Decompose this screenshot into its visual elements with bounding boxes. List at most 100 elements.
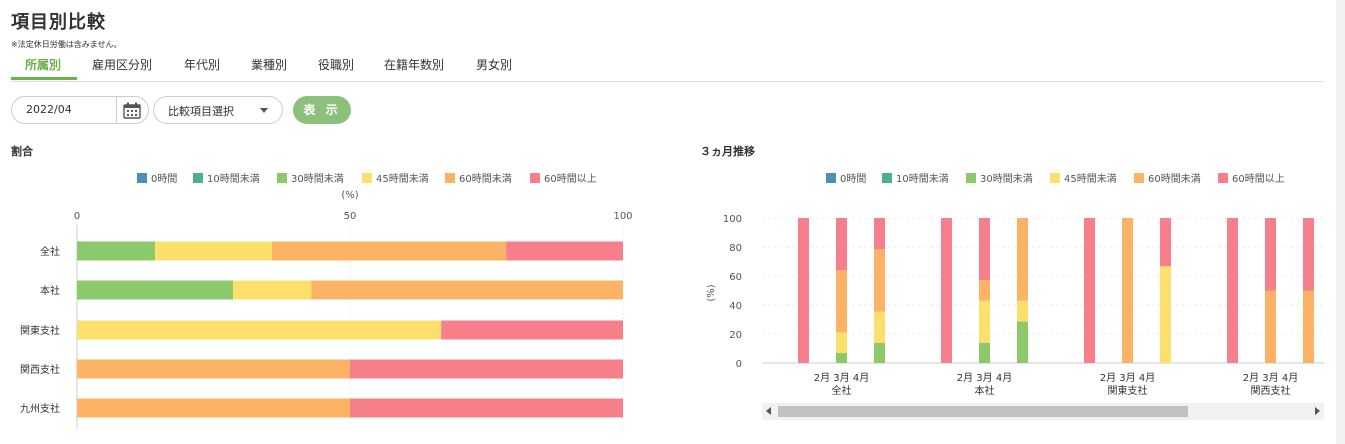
- column-segment: [1303, 290, 1314, 363]
- legend-item[interactable]: 45時間未満: [1050, 170, 1117, 185]
- legend-item[interactable]: 0時間: [826, 170, 866, 185]
- month-labels: 2月 3月 4月: [957, 372, 1012, 384]
- x-tick-label: 0: [74, 211, 80, 222]
- bar-segment: [155, 241, 272, 261]
- bar-segment: [77, 241, 156, 261]
- x-tick-label: 100: [613, 211, 632, 222]
- column-segment: [979, 300, 990, 343]
- legend-item[interactable]: 10時間未満: [882, 170, 949, 185]
- x-axis-label: (%): [341, 190, 358, 201]
- x-tick-label: 50: [344, 211, 357, 222]
- bar-segment: [271, 241, 507, 261]
- legend-label: 60時間以上: [1232, 174, 1285, 185]
- scrollbar-thumb[interactable]: [778, 406, 1188, 417]
- legend-label: 60時間未満: [459, 174, 512, 185]
- legend-label: 0時間: [840, 174, 867, 185]
- legend-item[interactable]: 30時間未満: [277, 170, 344, 185]
- column-segment: [836, 352, 847, 363]
- ratio-chart-title: 割合: [11, 145, 33, 158]
- date-picker[interactable]: 2022/04: [11, 96, 149, 124]
- tab-department[interactable]: 所属別: [25, 56, 61, 73]
- tab-industry[interactable]: 業種別: [251, 56, 287, 73]
- legend-swatch: [826, 173, 836, 183]
- chart-horizontal-scrollbar[interactable]: [762, 403, 1324, 420]
- legend-item[interactable]: 60時間以上: [530, 170, 597, 185]
- bar-segment: [441, 320, 623, 340]
- column-segment: [1265, 218, 1276, 291]
- tab-gender[interactable]: 男女別: [476, 56, 512, 73]
- comparison-item-select[interactable]: 比較項目選択: [153, 96, 283, 124]
- group-label: 本社: [975, 384, 995, 397]
- show-button[interactable]: 表 示: [293, 96, 351, 124]
- y-tick-label: 80: [729, 243, 742, 254]
- trend-bar-chart: (%)0204060801002月 3月 4月全社2月 3月 4月本社2月 3月…: [706, 214, 1324, 397]
- column-segment: [1017, 321, 1028, 363]
- legend-swatch: [137, 173, 147, 183]
- legend-item[interactable]: 0時間: [137, 170, 177, 185]
- group-label: 全社: [832, 384, 852, 397]
- bar-segment: [77, 398, 350, 418]
- page-note: ※法定休日労働は含みません。: [11, 40, 122, 49]
- select-value: 比較項目選択: [168, 105, 234, 118]
- legend-swatch: [1218, 173, 1228, 183]
- legend-label: 0時間: [151, 174, 178, 185]
- column-segment: [836, 270, 847, 333]
- calendar-icon[interactable]: [123, 102, 141, 123]
- y-axis-label: (%): [706, 284, 717, 301]
- legend-label: 45時間未満: [376, 174, 429, 185]
- column-segment: [1227, 218, 1238, 363]
- category-label: 全社: [40, 245, 60, 258]
- legend-swatch: [193, 173, 203, 183]
- column-segment: [874, 249, 885, 312]
- legend-item[interactable]: 60時間未満: [445, 170, 512, 185]
- y-tick-label: 60: [729, 272, 742, 283]
- y-tick-label: 0: [736, 359, 742, 370]
- scroll-right-icon[interactable]: [1315, 407, 1320, 415]
- page-vertical-scrollbar[interactable]: [1336, 0, 1345, 444]
- bar-segment: [77, 280, 234, 300]
- legend-item[interactable]: 30時間未満: [966, 170, 1033, 185]
- column-segment: [979, 342, 990, 363]
- tab-employment-type[interactable]: 雇用区分別: [92, 56, 152, 73]
- legend-swatch: [1050, 173, 1060, 183]
- bar-segment: [506, 241, 623, 261]
- column-segment: [1084, 218, 1095, 363]
- legend-label: 10時間未満: [896, 174, 949, 185]
- legend-item[interactable]: 45時間未満: [362, 170, 429, 185]
- legend-swatch: [966, 173, 976, 183]
- legend-label: 60時間以上: [544, 174, 597, 185]
- legend-item[interactable]: 60時間未満: [1134, 170, 1201, 185]
- tab-tenure[interactable]: 在籍年数別: [384, 56, 444, 73]
- tab-position[interactable]: 役職別: [318, 56, 354, 73]
- bar-segment: [350, 398, 623, 418]
- month-labels: 2月 3月 4月: [814, 372, 869, 384]
- tab-age[interactable]: 年代別: [184, 56, 220, 73]
- category-label: 関西支社: [20, 363, 60, 376]
- y-tick-label: 20: [729, 330, 742, 341]
- scroll-left-icon[interactable]: [766, 407, 771, 415]
- column-segment: [874, 218, 885, 250]
- legend-label: 30時間未満: [980, 174, 1033, 185]
- legend-label: 10時間未満: [207, 174, 260, 185]
- legend-swatch: [362, 173, 372, 183]
- column-segment: [1160, 218, 1171, 267]
- legend-label: 45時間未満: [1064, 174, 1117, 185]
- column-segment: [979, 280, 990, 301]
- month-labels: 2月 3月 4月: [1100, 372, 1155, 384]
- legend-swatch: [1134, 173, 1144, 183]
- legend-item[interactable]: 60時間以上: [1218, 170, 1285, 185]
- bar-segment: [77, 320, 442, 340]
- column-segment: [836, 218, 847, 271]
- column-segment: [1122, 218, 1133, 363]
- y-tick-label: 40: [729, 301, 742, 312]
- legend-label: 30時間未満: [291, 174, 344, 185]
- bar-segment: [311, 280, 623, 300]
- legend-item[interactable]: 10時間未満: [193, 170, 260, 185]
- group-label: 関西支社: [1251, 384, 1291, 397]
- column-segment: [874, 311, 885, 343]
- y-tick-label: 100: [723, 214, 742, 225]
- date-value[interactable]: 2022/04: [26, 103, 72, 116]
- category-label: 九州支社: [20, 402, 60, 415]
- column-segment: [1017, 218, 1028, 301]
- column-segment: [1303, 218, 1314, 291]
